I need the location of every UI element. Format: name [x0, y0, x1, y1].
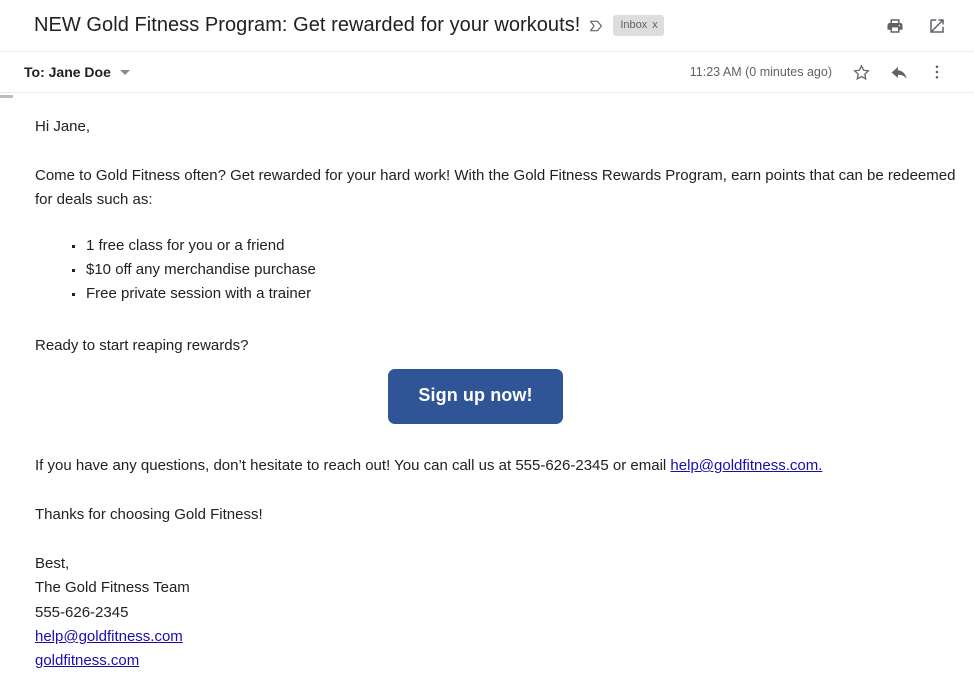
questions-text: If you have any questions, don’t hesitat…: [35, 457, 671, 474]
label-chip-inbox[interactable]: Inbox x: [613, 15, 664, 36]
subject-header-bar: NEW Gold Fitness Program: Get rewarded f…: [0, 0, 974, 52]
signature-block: Best, The Gold Fitness Team 555-626-2345…: [35, 552, 956, 673]
open-in-new-window-icon[interactable]: [926, 15, 948, 37]
label-chip-text: Inbox: [620, 19, 648, 31]
print-icon[interactable]: [884, 15, 906, 37]
chevron-down-icon[interactable]: [119, 69, 130, 75]
star-icon[interactable]: [850, 61, 872, 83]
header-actions: [884, 15, 948, 37]
list-item: 1 free class for you or a friend: [72, 234, 956, 258]
message-timestamp: 11:23 AM (0 minutes ago): [689, 65, 832, 79]
signature-email-link[interactable]: help@goldfitness.com: [35, 628, 183, 645]
message-body: Hi Jane, Come to Gold Fitness often? Get…: [0, 115, 974, 673]
reply-icon[interactable]: [888, 61, 910, 83]
cta-row: Sign up now!: [35, 369, 956, 424]
list-item: $10 off any merchandise purchase: [72, 258, 956, 282]
signature-website-link[interactable]: goldfitness.com: [35, 652, 139, 669]
intro-paragraph: Come to Gold Fitness often? Get rewarded…: [35, 167, 956, 208]
signature-phone: 555-626-2345: [35, 603, 129, 621]
important-marker-icon[interactable]: [589, 19, 603, 33]
signature-closing: Best,: [35, 555, 70, 572]
scroll-edge-marker: [0, 95, 13, 98]
page-title: NEW Gold Fitness Program: Get rewarded f…: [34, 14, 581, 36]
thanks-paragraph: Thanks for choosing Gold Fitness!: [35, 506, 263, 523]
email-link-inline[interactable]: help@goldfitness.com.: [670, 457, 822, 474]
greeting-paragraph: Hi Jane,: [35, 118, 91, 135]
questions-paragraph: If you have any questions, don’t hesitat…: [35, 454, 956, 478]
list-item: Free private session with a trainer: [72, 282, 956, 306]
signature-team: The Gold Fitness Team: [35, 579, 190, 597]
more-options-icon[interactable]: [926, 61, 948, 83]
recipient-to-label: To: Jane Doe: [24, 64, 111, 80]
ready-paragraph: Ready to start reaping rewards?: [35, 337, 249, 354]
sign-up-now-button[interactable]: Sign up now!: [388, 369, 563, 424]
recipient-actions: [850, 61, 948, 83]
deals-list: 1 free class for you or a friend $10 off…: [35, 234, 956, 306]
remove-label-icon[interactable]: x: [652, 20, 658, 31]
recipient-header-bar: To: Jane Doe 11:23 AM (0 minutes ago): [0, 52, 974, 93]
